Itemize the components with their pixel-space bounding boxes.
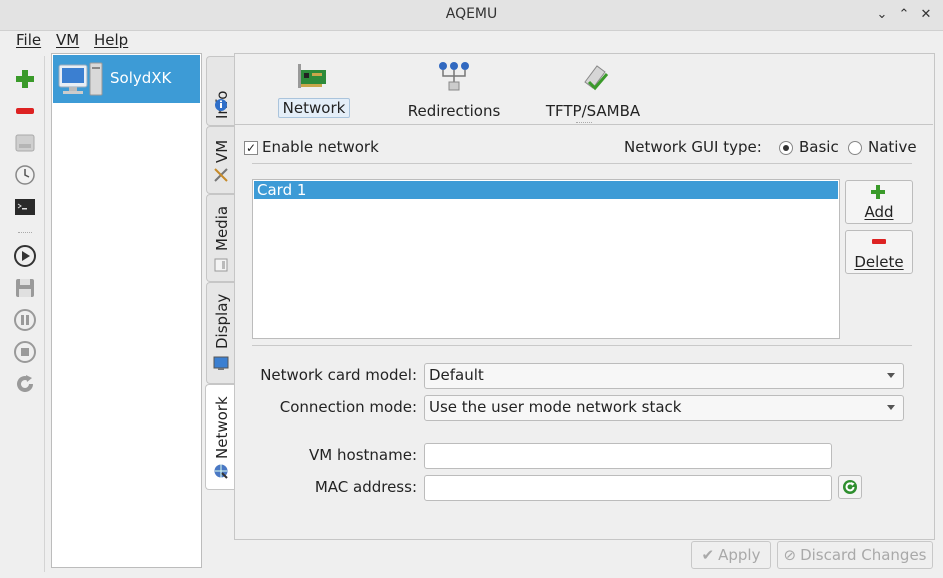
subtab-tftp-samba-label: TFTP/SAMBA [545, 102, 641, 120]
chevron-down-icon [887, 405, 895, 410]
close-icon[interactable]: ✕ [917, 6, 935, 24]
apply-button[interactable]: ✔ Apply [691, 541, 771, 569]
gui-type-label: Network GUI type: [624, 138, 762, 156]
divider [252, 345, 912, 346]
plus-icon [871, 185, 885, 199]
tab-media[interactable]: Media [206, 194, 235, 282]
tab-info[interactable]: Info [206, 56, 235, 126]
vm-list: SolydXK [51, 53, 202, 568]
network-card-list[interactable]: Card 1 [252, 179, 840, 339]
tab-vm[interactable]: VM [206, 126, 235, 194]
minimize-icon[interactable]: ⌄ [873, 6, 891, 24]
connection-mode-label: Connection mode: [279, 398, 417, 416]
gui-basic-radio[interactable] [779, 141, 793, 155]
chevron-down-icon [887, 373, 895, 378]
terminal-icon[interactable] [12, 194, 38, 220]
vm-list-item[interactable]: SolydXK [53, 55, 200, 103]
network-card-icon [298, 64, 326, 88]
add-card-button[interactable]: Add [845, 180, 913, 224]
card-name: Card 1 [257, 181, 307, 199]
tools-icon [214, 168, 228, 182]
subtab-tftp-samba[interactable]: TFTP/SAMBA [541, 60, 645, 120]
gui-native-label: Native [868, 138, 917, 156]
delete-vm-icon[interactable] [12, 98, 38, 124]
vm-toolbar [4, 56, 45, 572]
cancel-icon: ⊘ [783, 546, 797, 564]
divider [252, 163, 912, 164]
reset-vm-icon[interactable] [12, 371, 38, 397]
menu-file[interactable]: File [16, 31, 41, 49]
delete-card-button[interactable]: Delete [845, 230, 913, 274]
discard-changes-button[interactable]: ⊘ Discard Changes [777, 541, 933, 569]
save-vm-icon[interactable] [12, 275, 38, 301]
clock-icon[interactable] [12, 162, 38, 188]
minus-icon [872, 239, 886, 244]
subtab-network[interactable]: Network [278, 60, 350, 118]
generate-mac-button[interactable] [838, 475, 862, 499]
mac-label: MAC address: [314, 478, 417, 496]
gui-basic-label: Basic [799, 138, 839, 156]
mac-field[interactable] [424, 475, 832, 501]
media-icon [214, 258, 228, 272]
refresh-icon [843, 480, 857, 494]
pause-vm-icon[interactable] [12, 307, 38, 333]
menu-help[interactable]: Help [94, 31, 128, 49]
enable-network-checkbox[interactable]: ✓ [244, 141, 258, 155]
subtab-network-label: Network [278, 98, 350, 118]
card-model-label: Network card model: [260, 366, 417, 384]
menu-vm[interactable]: VM [56, 31, 79, 49]
computer-icon [58, 62, 103, 96]
card-model-select[interactable]: Default [424, 363, 904, 389]
window-title: AQEMU [445, 6, 498, 22]
menu-bar: File VM Help [0, 31, 943, 53]
connection-mode-select[interactable]: Use the user mode network stack [424, 395, 904, 421]
gui-native-radio[interactable] [848, 141, 862, 155]
vm-settings-icon[interactable] [12, 130, 38, 156]
info-icon [215, 99, 227, 111]
tftp-samba-icon [584, 65, 609, 91]
list-item[interactable]: Card 1 [254, 181, 838, 199]
subtab-redirections[interactable]: Redirections [403, 60, 505, 120]
check-icon: ✔ [701, 546, 715, 564]
add-vm-icon[interactable] [12, 66, 38, 92]
hostname-field[interactable] [424, 443, 832, 469]
enable-network-label: Enable network [262, 138, 379, 156]
splitter-handle[interactable] [576, 122, 592, 125]
vm-name: SolydXK [110, 69, 172, 87]
stop-vm-icon[interactable] [12, 339, 38, 365]
redirections-icon [439, 62, 469, 91]
network-subtabs: Network Redirections TFTP/SAMBA [235, 54, 933, 125]
hostname-label: VM hostname: [309, 446, 417, 464]
maximize-icon[interactable]: ⌃ [895, 6, 913, 24]
network-globe-icon [214, 464, 228, 479]
start-vm-icon[interactable] [12, 243, 38, 269]
toolbar-separator [18, 232, 32, 235]
subtab-redirections-label: Redirections [407, 102, 501, 120]
